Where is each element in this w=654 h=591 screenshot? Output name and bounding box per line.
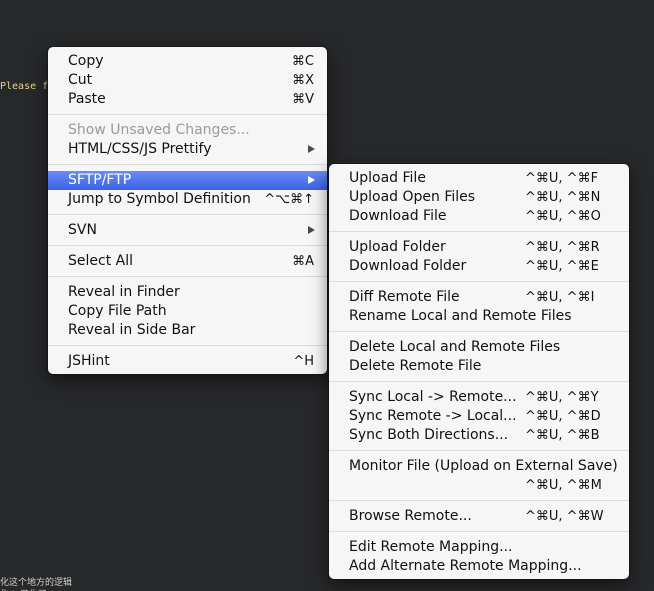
menu-item-label: Download File [349,208,447,224]
menu-item-label: Copy File Path [68,303,167,319]
shortcut-label: ^⌘U, ^⌘W [525,509,604,524]
menu-separator [48,245,327,246]
submenu-item-edit-remote-mapping[interactable]: Edit Remote Mapping... [329,538,629,557]
menu-item-select-all[interactable]: Select All ⌘A [48,252,327,271]
menu-item-copy[interactable]: Copy ⌘C [48,52,327,71]
menu-item-label: SVN [68,222,97,238]
menu-item-sftp-ftp[interactable]: SFTP/FTP [48,171,327,190]
menu-item-reveal-in-side-bar[interactable]: Reveal in Side Bar [48,321,327,340]
menu-item-label: SFTP/FTP [68,172,132,188]
menu-separator [48,164,327,165]
menu-item-label: Sync Both Directions... [349,427,509,443]
menu-separator [329,281,629,282]
menu-item-label: Select All [68,253,133,269]
submenu-item-sync-local-to-remote[interactable]: Sync Local -> Remote... ^⌘U, ^⌘Y [329,388,629,407]
menu-item-label: Sync Local -> Remote... [349,389,517,405]
menu-separator [329,381,629,382]
menu-item-label: Upload File [349,170,426,186]
menu-item-label: Sync Remote -> Local... [349,408,517,424]
submenu-item-upload-folder[interactable]: Upload Folder ^⌘U, ^⌘R [329,238,629,257]
menu-separator [329,450,629,451]
shortcut-label: ^⌘U, ^⌘R [525,240,600,255]
submenu-item-delete-remote-file[interactable]: Delete Remote File [329,357,629,376]
shortcut-label: ^⌥⌘↑ [264,192,314,207]
submenu-arrow-icon [308,145,315,153]
menu-item-label: Diff Remote File [349,289,460,305]
shortcut-label: ^H [293,354,314,369]
shortcut-label: ⌘X [292,73,314,88]
shortcut-label: ^⌘U, ^⌘B [525,428,600,443]
submenu-item-rename-local-remote[interactable]: Rename Local and Remote Files [329,307,629,326]
submenu-arrow-icon [308,176,315,184]
menu-separator [48,276,327,277]
menu-item-label: HTML/CSS/JS Prettify [68,141,212,157]
menu-item-label: Jump to Symbol Definition [68,191,251,207]
shortcut-label: ^⌘U, ^⌘D [525,409,601,424]
submenu-item-browse-remote[interactable]: Browse Remote... ^⌘U, ^⌘W [329,507,629,526]
submenu-item-upload-file[interactable]: Upload File ^⌘U, ^⌘F [329,169,629,188]
submenu-item-delete-local-remote[interactable]: Delete Local and Remote Files [329,338,629,357]
editor-bottom-line-2: 化/ 了化了 [0,587,47,591]
menu-item-label: JSHint [68,353,110,369]
menu-item-copy-file-path[interactable]: Copy File Path [48,302,327,321]
menu-separator [48,214,327,215]
context-menu: Copy ⌘C Cut ⌘X Paste ⌘V Show Unsaved Change… [48,47,327,374]
menu-item-label: Browse Remote... [349,508,472,524]
menu-separator [329,331,629,332]
menu-item-label: Copy [68,53,104,69]
menu-item-reveal-in-finder[interactable]: Reveal in Finder [48,283,327,302]
submenu-item-upload-open-files[interactable]: Upload Open Files ^⌘U, ^⌘N [329,188,629,207]
menu-item-label: Upload Folder [349,239,446,255]
submenu-arrow-icon [308,226,315,234]
shortcut-label: ^⌘U, ^⌘M [525,478,602,493]
shortcut-label: ⌘C [291,54,314,69]
menu-item-label: Download Folder [349,258,467,274]
menu-item-jshint[interactable]: JSHint ^H [48,352,327,371]
shortcut-label: ^⌘U, ^⌘I [525,290,595,305]
menu-item-cut[interactable]: Cut ⌘X [48,71,327,90]
submenu-item-monitor-file[interactable]: Monitor File (Upload on External Save) [329,457,629,476]
menu-separator [48,345,327,346]
menu-item-label: Delete Local and Remote Files [349,339,561,355]
menu-item-label: Rename Local and Remote Files [349,308,572,324]
submenu-item-diff-remote-file[interactable]: Diff Remote File ^⌘U, ^⌘I [329,288,629,307]
editor-line: Please f [0,81,48,92]
submenu-item-monitor-file-shortcut[interactable]: ^⌘U, ^⌘M [329,476,629,495]
menu-item-label: Add Alternate Remote Mapping... [349,558,582,574]
submenu-item-download-file[interactable]: Download File ^⌘U, ^⌘O [329,207,629,226]
menu-separator [329,500,629,501]
sftp-submenu: Upload File ^⌘U, ^⌘F Upload Open Files ^⌘U… [329,164,629,579]
menu-item-svn[interactable]: SVN [48,221,327,240]
menu-item-label: Reveal in Finder [68,284,180,300]
menu-item-label: Cut [68,72,93,88]
menu-separator [329,231,629,232]
menu-item-label: Paste [68,91,106,107]
menu-item-jump-to-symbol[interactable]: Jump to Symbol Definition ^⌥⌘↑ [48,190,327,209]
menu-separator [48,114,327,115]
menu-item-label: Show Unsaved Changes... [68,122,250,138]
menu-item-show-unsaved-changes: Show Unsaved Changes... [48,121,327,140]
menu-item-paste[interactable]: Paste ⌘V [48,90,327,109]
shortcut-label: ^⌘U, ^⌘E [525,259,599,274]
menu-item-label: Delete Remote File [349,358,482,374]
shortcut-label: ^⌘U, ^⌘O [525,209,601,224]
shortcut-label: ^⌘U, ^⌘Y [525,390,599,405]
menu-separator [329,531,629,532]
menu-item-prettify[interactable]: HTML/CSS/JS Prettify [48,140,327,159]
submenu-item-sync-remote-to-local[interactable]: Sync Remote -> Local... ^⌘U, ^⌘D [329,407,629,426]
shortcut-label: ⌘A [292,254,314,269]
submenu-item-add-alternate-mapping[interactable]: Add Alternate Remote Mapping... [329,557,629,576]
menu-item-label: Upload Open Files [349,189,476,205]
shortcut-label: ^⌘U, ^⌘F [525,171,599,186]
submenu-item-sync-both-directions[interactable]: Sync Both Directions... ^⌘U, ^⌘B [329,426,629,445]
menu-item-label: Reveal in Side Bar [68,322,196,338]
menu-item-label: Monitor File (Upload on External Save) [349,458,618,474]
menu-item-label: Edit Remote Mapping... [349,539,513,555]
shortcut-label: ^⌘U, ^⌘N [525,190,601,205]
submenu-item-download-folder[interactable]: Download Folder ^⌘U, ^⌘E [329,257,629,276]
shortcut-label: ⌘V [292,92,314,107]
editor-line-text: Please f [0,81,49,92]
